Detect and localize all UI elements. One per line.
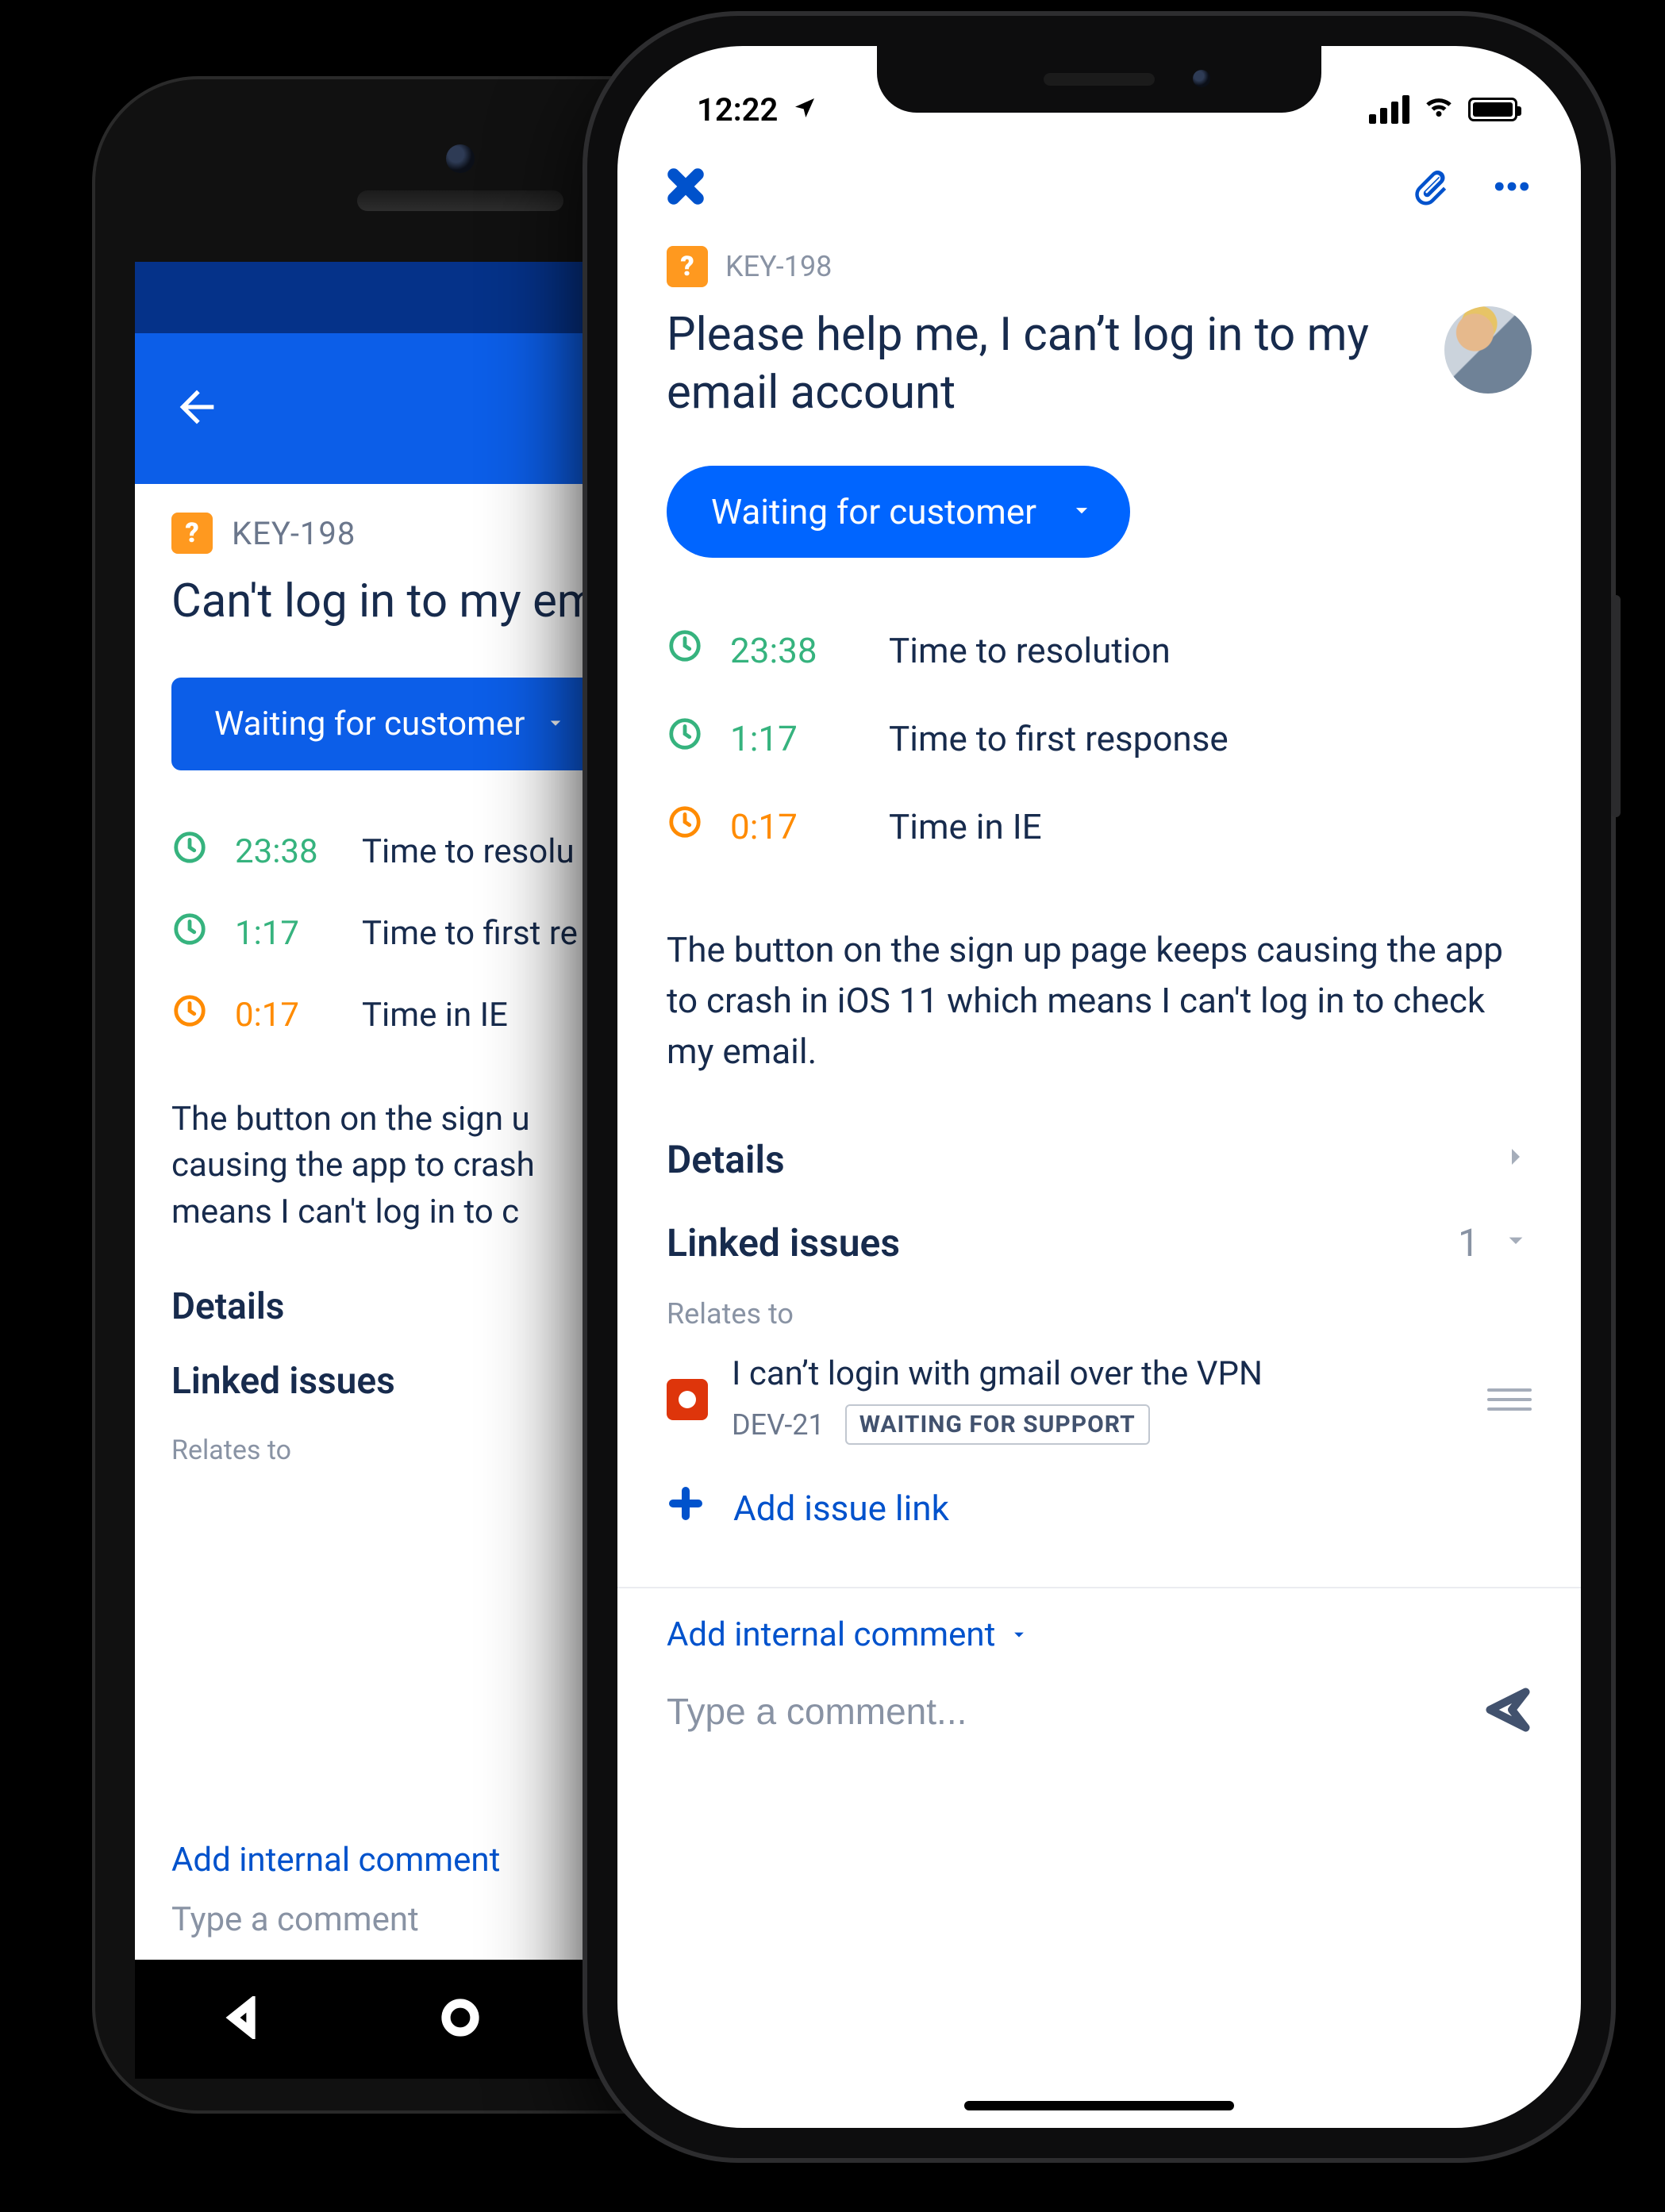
linked-issues-count: 1 xyxy=(1458,1220,1532,1265)
more-menu-icon[interactable] xyxy=(1490,165,1533,211)
sla-row: 1:17 Time to first response xyxy=(667,716,1532,761)
android-home-button[interactable] xyxy=(439,1996,482,2042)
chevron-down-icon xyxy=(1500,1220,1532,1265)
clock-time: 12:22 xyxy=(697,91,778,129)
clock-icon xyxy=(667,628,730,673)
iphone-side-button xyxy=(1611,595,1621,817)
sla-label: Time in IE xyxy=(889,806,1042,847)
sla-time: 23:38 xyxy=(235,832,362,871)
status-dropdown[interactable]: Waiting for customer xyxy=(171,678,610,770)
ios-issue-content: ? KEY-198 Please help me, I can’t log in… xyxy=(617,227,1581,1588)
android-front-camera xyxy=(446,144,475,173)
clock-icon xyxy=(171,993,235,1038)
sla-time: 0:17 xyxy=(730,806,889,847)
linked-issue-meta: DEV-21 WAITING FOR SUPPORT xyxy=(732,1404,1463,1445)
sla-label: Time to resolu xyxy=(362,832,575,871)
status-left: 12:22 xyxy=(697,91,817,129)
linked-issue-status: WAITING FOR SUPPORT xyxy=(845,1404,1150,1445)
linked-issue-main: I can’t login with gmail over the VPN DE… xyxy=(732,1354,1463,1445)
request-type-icon: ? xyxy=(171,513,213,554)
drag-handle-icon[interactable] xyxy=(1487,1388,1532,1411)
ios-sla-list: 23:38 Time to resolution 1:17 Time to fi… xyxy=(667,628,1532,849)
status-right xyxy=(1369,89,1517,130)
clock-icon xyxy=(171,911,235,956)
send-icon[interactable] xyxy=(1484,1686,1532,1737)
iphone-screen: 12:22 xyxy=(617,46,1581,2128)
add-issue-link-label: Add issue link xyxy=(733,1488,949,1529)
reporter-avatar[interactable] xyxy=(1444,306,1532,394)
chevron-down-icon xyxy=(1008,1615,1030,1654)
back-arrow-icon[interactable] xyxy=(171,382,222,436)
chevron-down-icon xyxy=(544,705,567,743)
add-internal-comment-button[interactable]: Add internal comment xyxy=(617,1588,1581,1665)
comment-input[interactable] xyxy=(667,1690,1484,1733)
details-label: Details xyxy=(667,1137,785,1182)
ios-nav-bar xyxy=(617,141,1581,227)
clock-icon xyxy=(171,829,235,874)
cellular-signal-icon xyxy=(1369,95,1409,124)
relates-to-label: Relates to xyxy=(667,1297,1532,1331)
linked-issues-label: Linked issues xyxy=(667,1220,900,1265)
sla-label: Time to first response xyxy=(889,718,1229,759)
sla-row: 0:17 Time in IE xyxy=(667,804,1532,849)
issue-key: KEY-198 xyxy=(232,515,356,552)
ios-issue-key-row: ? KEY-198 xyxy=(667,246,1532,287)
battery-icon xyxy=(1468,98,1517,121)
chevron-right-icon xyxy=(1500,1137,1532,1182)
wifi-icon xyxy=(1422,89,1455,130)
close-button[interactable] xyxy=(665,166,706,210)
linked-count-value: 1 xyxy=(1458,1220,1479,1265)
sla-time: 23:38 xyxy=(730,630,889,671)
issue-title: Please help me, I can’t log in to my ema… xyxy=(667,306,1421,421)
linked-issue-key: DEV-21 xyxy=(732,1408,825,1442)
sla-label: Time to first re xyxy=(362,914,578,953)
status-dropdown[interactable]: Waiting for customer xyxy=(667,466,1130,558)
request-type-icon: ? xyxy=(667,246,708,287)
bug-icon xyxy=(667,1379,708,1420)
issue-description: The button on the sign up page keeps cau… xyxy=(667,925,1532,1077)
attachment-icon[interactable] xyxy=(1409,165,1452,211)
linked-issue-summary: I can’t login with gmail over the VPN xyxy=(732,1354,1463,1393)
sla-label: Time in IE xyxy=(362,996,508,1035)
clock-icon xyxy=(667,804,730,849)
android-speaker-grill xyxy=(357,190,563,211)
iphone-notch xyxy=(877,46,1321,113)
plus-icon xyxy=(667,1484,705,1531)
sla-time: 1:17 xyxy=(730,718,889,759)
nav-actions xyxy=(1409,165,1533,211)
issue-key: KEY-198 xyxy=(725,250,832,283)
chevron-down-icon xyxy=(1068,491,1095,532)
status-label: Waiting for customer xyxy=(214,705,525,743)
home-indicator[interactable] xyxy=(964,2101,1234,2110)
sla-row: 23:38 Time to resolution xyxy=(667,628,1532,673)
add-issue-link-button[interactable]: Add issue link xyxy=(667,1484,1532,1531)
linked-issue-row[interactable]: I can’t login with gmail over the VPN DE… xyxy=(667,1354,1532,1445)
linked-issues-section[interactable]: Linked issues 1 xyxy=(667,1220,1532,1265)
location-icon xyxy=(792,91,817,129)
android-back-button[interactable] xyxy=(222,1996,265,2042)
sla-time: 1:17 xyxy=(235,914,362,953)
clock-icon xyxy=(667,716,730,761)
status-label: Waiting for customer xyxy=(711,491,1036,532)
title-row: Please help me, I can’t log in to my ema… xyxy=(667,306,1532,421)
comment-input-row xyxy=(617,1665,1581,1784)
sla-time: 0:17 xyxy=(235,996,362,1035)
add-internal-comment-label: Add internal comment xyxy=(667,1615,995,1654)
sla-label: Time to resolution xyxy=(889,630,1171,671)
iphone-frame: 12:22 xyxy=(587,16,1611,2158)
details-section[interactable]: Details xyxy=(667,1137,1532,1182)
